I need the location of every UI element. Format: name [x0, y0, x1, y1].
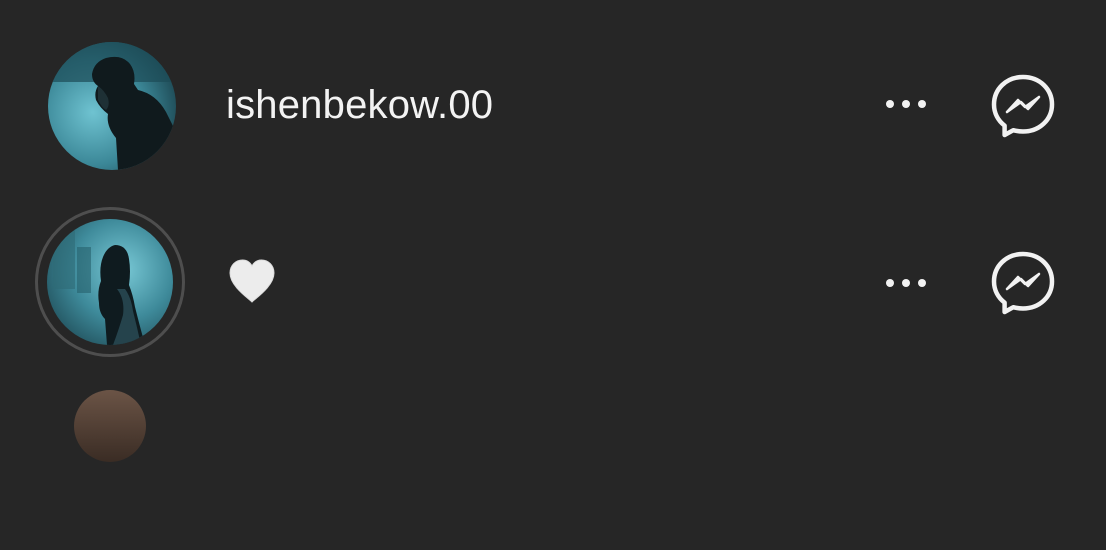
account-row[interactable] — [0, 203, 1106, 363]
message-button[interactable] — [989, 72, 1057, 140]
more-horizontal-icon — [902, 279, 910, 287]
more-horizontal-icon — [886, 100, 894, 108]
message-button[interactable] — [989, 249, 1057, 317]
account-row[interactable] — [0, 390, 1106, 550]
white-heart-icon — [229, 259, 275, 303]
more-horizontal-icon — [918, 100, 926, 108]
avatar[interactable] — [47, 219, 173, 345]
account-row[interactable]: ishenbekow.00 — [0, 26, 1106, 186]
avatar-photo — [48, 42, 176, 170]
avatar[interactable] — [74, 390, 146, 462]
avatar[interactable] — [48, 42, 176, 170]
more-horizontal-icon — [918, 279, 926, 287]
avatar-photo — [47, 219, 173, 345]
username[interactable]: ishenbekow.00 — [226, 79, 493, 131]
more-options-button[interactable] — [876, 84, 936, 124]
more-horizontal-icon — [902, 100, 910, 108]
avatar-photo — [74, 390, 146, 462]
messenger-icon — [991, 74, 1055, 138]
more-horizontal-icon — [886, 279, 894, 287]
more-options-button[interactable] — [876, 263, 936, 303]
messenger-icon — [991, 251, 1055, 315]
